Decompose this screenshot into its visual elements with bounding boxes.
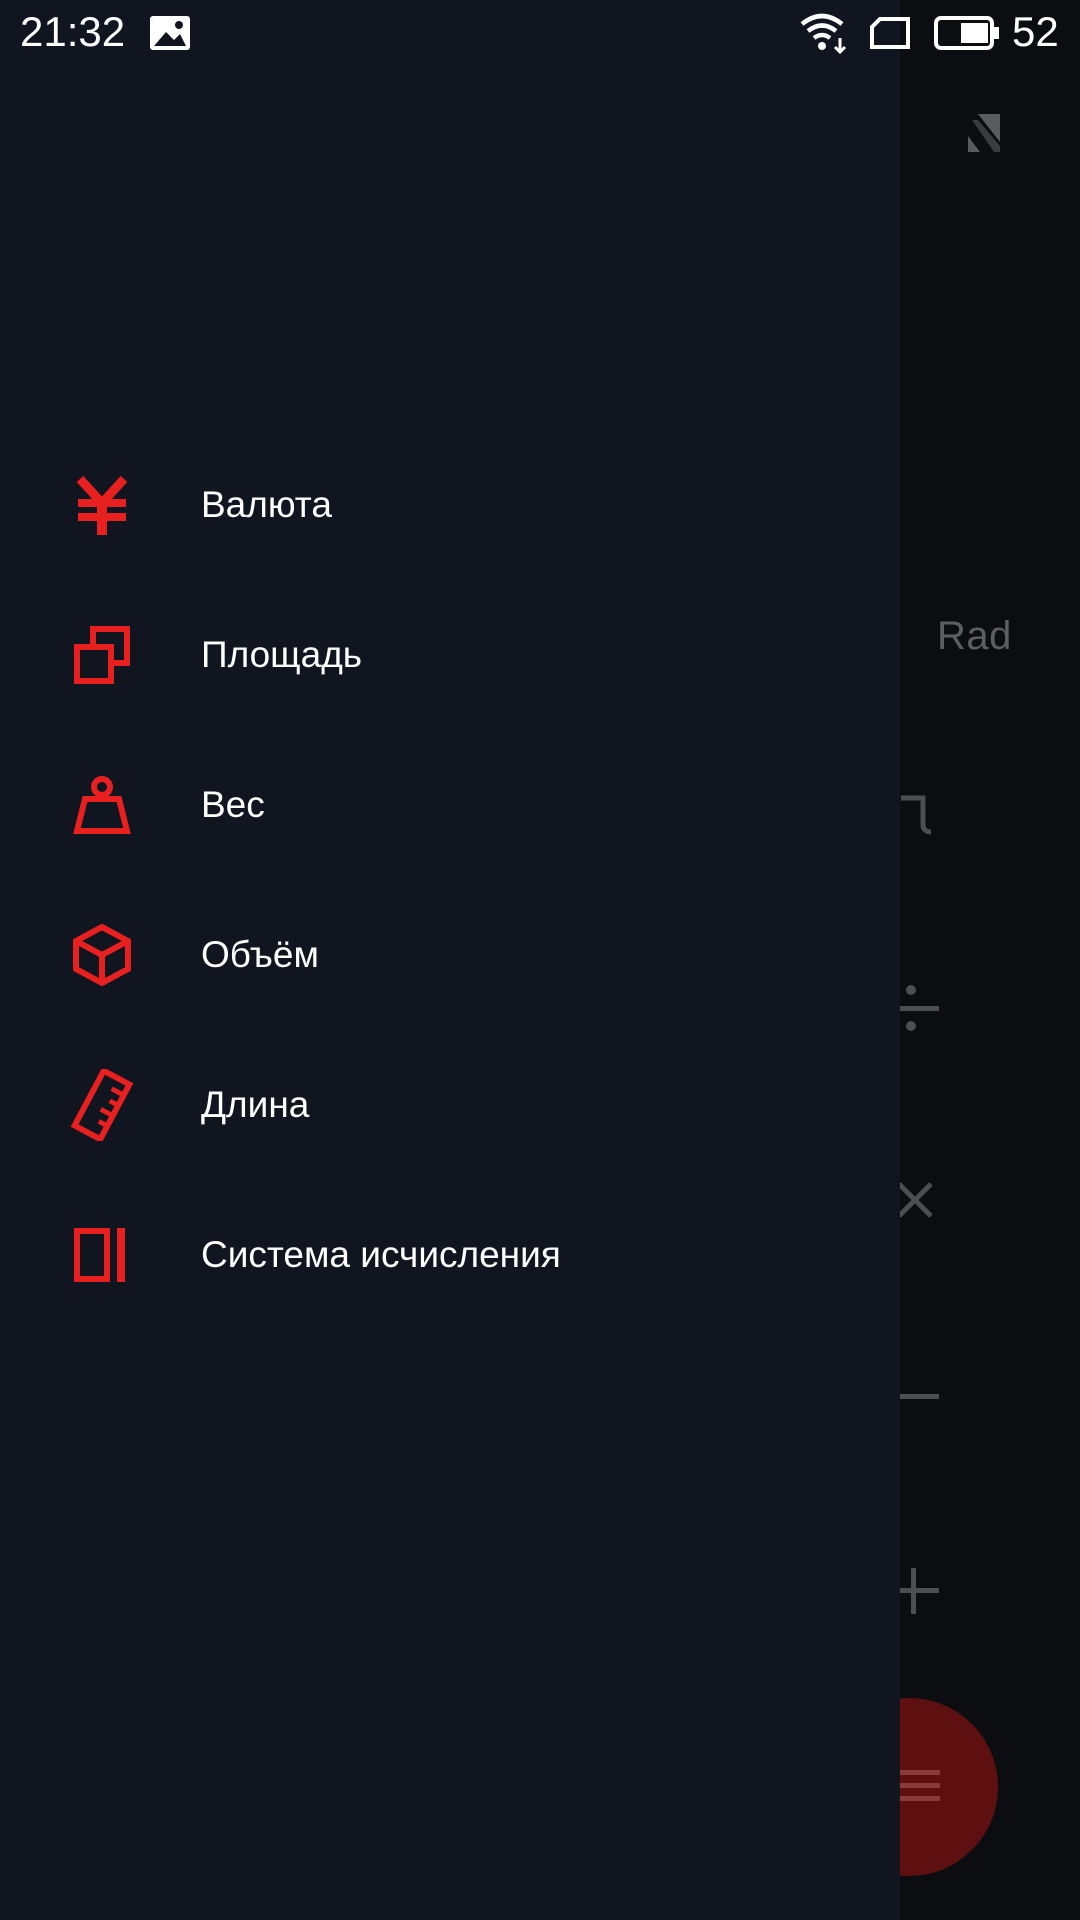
menu-item-currency[interactable]: Валюта — [0, 430, 900, 580]
cube-volume-icon — [70, 923, 134, 987]
divide-operator-icon[interactable] — [895, 984, 945, 1034]
image-notification-icon — [150, 16, 190, 50]
multiply-operator-icon[interactable] — [895, 1178, 945, 1228]
menu-item-number-system[interactable]: Система исчисления — [0, 1180, 900, 1330]
converter-menu: Валюта Площадь Вес Объём Длина Система и… — [0, 430, 900, 1330]
wifi-icon — [800, 13, 847, 54]
area-squares-icon — [70, 623, 134, 687]
menu-item-volume[interactable]: Объём — [0, 880, 900, 1030]
yen-currency-icon — [70, 473, 134, 537]
menu-item-area[interactable]: Площадь — [0, 580, 900, 730]
minus-operator-icon[interactable] — [895, 1372, 945, 1422]
navigation-drawer: Валюта Площадь Вес Объём Длина Система и… — [0, 0, 900, 1920]
menu-item-label: Вес — [201, 784, 265, 825]
plus-operator-icon[interactable] — [895, 1566, 945, 1616]
weight-icon — [70, 773, 134, 837]
menu-item-label: Система исчисления — [201, 1234, 561, 1275]
menu-item-label: Площадь — [201, 634, 363, 675]
battery-level-text: 52 — [1012, 8, 1059, 55]
status-time: 21:32 — [20, 8, 126, 55]
menu-item-weight[interactable]: Вес — [0, 730, 900, 880]
menu-item-length[interactable]: Длина — [0, 1030, 900, 1180]
number-system-icon — [70, 1223, 134, 1287]
menu-icon — [900, 1770, 940, 1801]
menu-item-label: Валюта — [201, 484, 332, 525]
status-bar: 21:32 52 — [0, 0, 1080, 66]
ruler-icon — [70, 1069, 134, 1141]
calculator-mode-icon[interactable] — [964, 110, 1004, 156]
sim-card-icon — [870, 17, 910, 49]
battery-icon — [934, 16, 999, 50]
menu-item-label: Длина — [201, 1084, 310, 1125]
screen: Rad Валюта Площадь Вес Объём Длина Систе… — [0, 0, 1080, 1920]
angle-mode-label[interactable]: Rad — [937, 614, 1012, 659]
power-operator-icon[interactable] — [895, 790, 945, 840]
menu-item-label: Объём — [201, 934, 319, 975]
